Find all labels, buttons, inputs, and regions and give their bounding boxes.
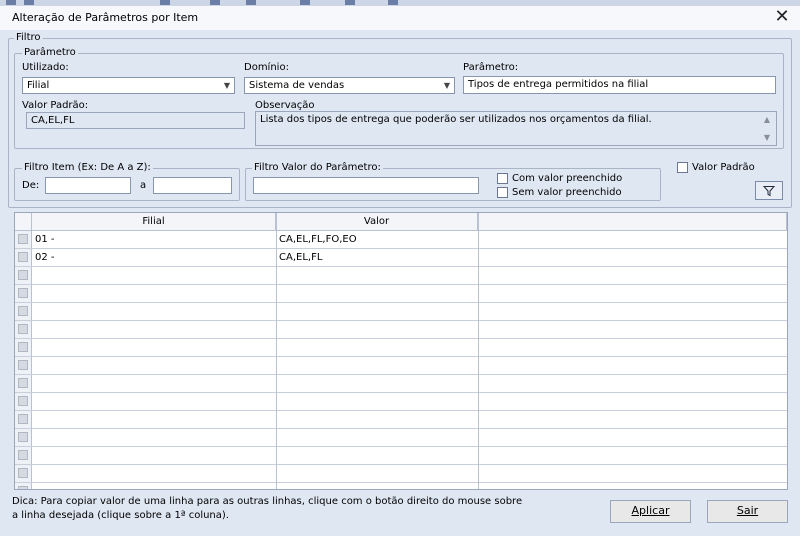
scroll-down-icon[interactable]: ▼ xyxy=(764,132,770,144)
table-row[interactable] xyxy=(15,375,787,393)
com-valor-label: Com valor preenchido xyxy=(512,173,623,184)
row-selector[interactable] xyxy=(15,285,32,302)
chevron-down-icon[interactable]: ▼ xyxy=(440,78,454,93)
table-row[interactable] xyxy=(15,429,787,447)
de-input[interactable] xyxy=(45,177,131,194)
valor-padrao-checkbox[interactable] xyxy=(677,162,688,173)
apply-button-label: Aplicar xyxy=(631,504,670,517)
parameter-grid: Filial Valor 01 - CA,EL,FL,FO,EO 02 - CA… xyxy=(14,212,788,490)
toolbar-icon xyxy=(300,0,310,5)
valor-padrao-label: Valor Padrão: xyxy=(22,100,89,111)
table-row[interactable] xyxy=(15,357,787,375)
row-selector[interactable] xyxy=(15,339,32,356)
table-row[interactable] xyxy=(15,411,787,429)
row-selector[interactable] xyxy=(15,465,32,482)
utilizado-label: Utilizado: xyxy=(22,62,69,73)
toolbar-icon xyxy=(210,0,220,5)
hint-line-1: Dica: Para copiar valor de uma linha par… xyxy=(12,496,523,507)
a-input[interactable] xyxy=(153,177,232,194)
toolbar-icon xyxy=(160,0,170,5)
table-row[interactable] xyxy=(15,483,787,489)
observacao-value: Lista dos tipos de entrega que poderão s… xyxy=(260,114,652,125)
row-selector[interactable] xyxy=(15,321,32,338)
table-row[interactable] xyxy=(15,339,787,357)
column-header-filial[interactable]: Filial xyxy=(32,213,276,231)
dominio-value: Sistema de vendas xyxy=(249,80,345,91)
table-row[interactable] xyxy=(15,267,787,285)
filter-button[interactable] xyxy=(755,181,783,200)
toolbar-icon xyxy=(6,0,16,5)
filial-cell: 01 - xyxy=(35,234,55,245)
hint-line-2: a linha desejada (clique sobre a 1ª colu… xyxy=(12,510,229,521)
scroll-up-icon[interactable]: ▲ xyxy=(764,114,770,126)
parametro-legend: Parâmetro xyxy=(22,47,78,58)
row-selector[interactable] xyxy=(15,483,32,489)
row-selector[interactable] xyxy=(15,249,32,266)
row-selector[interactable] xyxy=(15,393,32,410)
parametro-label: Parâmetro: xyxy=(463,62,519,73)
window-title: Alteração de Parâmetros por Item xyxy=(12,11,199,24)
column-header-valor[interactable]: Valor xyxy=(276,213,478,231)
filtro-item-legend: Filtro Item (Ex: De A a Z): xyxy=(22,162,153,173)
filtro-legend: Filtro xyxy=(14,32,43,43)
column-header-empty xyxy=(478,213,787,231)
column-divider xyxy=(276,213,277,489)
exit-button-label: Sair xyxy=(736,504,759,517)
exit-button[interactable]: Sair xyxy=(707,500,788,523)
row-selector[interactable] xyxy=(15,357,32,374)
row-selector[interactable] xyxy=(15,447,32,464)
filial-cell: 02 - xyxy=(35,252,55,263)
a-label: a xyxy=(140,180,147,191)
table-row[interactable] xyxy=(15,303,787,321)
column-divider xyxy=(478,213,479,489)
table-row[interactable] xyxy=(15,447,787,465)
row-selector[interactable] xyxy=(15,375,32,392)
toolbar-icon xyxy=(24,0,34,5)
row-selector[interactable] xyxy=(15,231,32,248)
grid-header-selector xyxy=(15,213,32,231)
toolbar-icon xyxy=(345,0,355,5)
utilizado-value: Filial xyxy=(27,80,50,91)
row-selector[interactable] xyxy=(15,411,32,428)
row-selector[interactable] xyxy=(15,429,32,446)
filter-icon xyxy=(763,185,775,196)
dominio-label: Domínio: xyxy=(244,62,289,73)
row-selector[interactable] xyxy=(15,267,32,284)
table-row[interactable]: 01 - CA,EL,FL,FO,EO xyxy=(15,231,787,249)
table-row[interactable]: 02 - CA,EL,FL xyxy=(15,249,787,267)
sem-valor-label: Sem valor preenchido xyxy=(512,187,622,198)
table-row[interactable] xyxy=(15,393,787,411)
toolbar-icon xyxy=(388,0,398,5)
observacao-textarea[interactable]: Lista dos tipos de entrega que poderão s… xyxy=(255,111,777,146)
sem-valor-checkbox[interactable] xyxy=(497,187,508,198)
table-row[interactable] xyxy=(15,465,787,483)
observacao-label: Observação xyxy=(255,100,315,111)
apply-button[interactable]: Aplicar xyxy=(610,500,691,523)
toolbar-icon xyxy=(246,0,256,5)
valor-padrao-field: CA,EL,FL xyxy=(26,112,245,129)
row-selector[interactable] xyxy=(15,303,32,320)
parametro-field[interactable]: Tipos de entrega permitidos na filial xyxy=(463,76,776,94)
filtro-valor-input[interactable] xyxy=(253,177,479,194)
close-icon[interactable]: ✕ xyxy=(770,8,794,26)
de-label: De: xyxy=(22,180,40,191)
table-row[interactable] xyxy=(15,321,787,339)
utilizado-select[interactable]: Filial ▼ xyxy=(22,77,235,94)
dominio-select[interactable]: Sistema de vendas ▼ xyxy=(244,77,455,94)
com-valor-checkbox[interactable] xyxy=(497,173,508,184)
valor-cell[interactable]: CA,EL,FL,FO,EO xyxy=(276,231,478,248)
table-row[interactable] xyxy=(15,285,787,303)
valor-padrao-check-label: Valor Padrão xyxy=(692,162,755,173)
valor-cell[interactable]: CA,EL,FL xyxy=(276,249,478,266)
filtro-valor-legend: Filtro Valor do Parâmetro: xyxy=(252,162,383,173)
chevron-down-icon[interactable]: ▼ xyxy=(220,78,234,93)
